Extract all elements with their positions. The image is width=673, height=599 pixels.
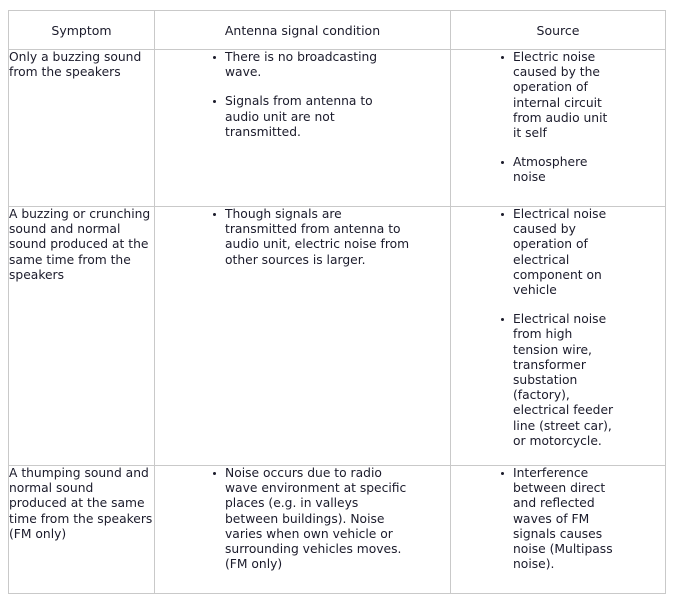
list-item: Interference between direct and reflecte… bbox=[499, 466, 647, 572]
cell-symptom: Only a buzzing sound from the speakers bbox=[8, 49, 155, 207]
cell-source: Electric noise caused by the operation o… bbox=[450, 49, 666, 207]
source-bullet-list: Interference between direct and reflecte… bbox=[499, 466, 647, 572]
source-bullet-list: Electric noise caused by the operation o… bbox=[499, 50, 647, 186]
radio-noise-troubleshooting-table: Symptom Antenna signal condition Source … bbox=[8, 10, 666, 594]
list-item: There is no broadcasting wave. bbox=[211, 50, 450, 80]
symptom-text: A thumping sound and normal sound produc… bbox=[9, 466, 153, 541]
bullet-dot-icon bbox=[501, 55, 504, 59]
source-bullet-list: Electrical noise caused by operation of … bbox=[499, 207, 647, 449]
cell-antenna-signal-condition: Noise occurs due to radio wave environme… bbox=[154, 465, 451, 594]
list-item: Though signals are transmitted from ante… bbox=[211, 207, 450, 268]
page-root: Symptom Antenna signal condition Source … bbox=[0, 0, 673, 599]
table-row: A buzzing or crunching sound and normal … bbox=[8, 206, 666, 466]
cell-symptom: A buzzing or crunching sound and normal … bbox=[8, 206, 155, 466]
bullet-dot-icon bbox=[213, 55, 216, 59]
bullet-dot-icon bbox=[213, 471, 216, 475]
table-header-row: Symptom Antenna signal condition Source bbox=[8, 10, 666, 50]
cell-source: Electrical noise caused by operation of … bbox=[450, 206, 666, 466]
cell-antenna-signal-condition: There is no broadcasting wave. Signals f… bbox=[154, 49, 451, 207]
bullet-dot-icon bbox=[213, 99, 216, 103]
list-item-text: Though signals are transmitted from ante… bbox=[225, 207, 410, 267]
list-item: Electric noise caused by the operation o… bbox=[499, 50, 647, 141]
bullet-dot-icon bbox=[501, 471, 504, 475]
list-item-text: Signals from antenna to audio unit are n… bbox=[225, 94, 373, 139]
cell-symptom: A thumping sound and normal sound produc… bbox=[8, 465, 155, 594]
list-item-text: Electrical noise from high tension wire,… bbox=[513, 312, 614, 448]
table-header: Symptom Antenna signal condition Source bbox=[8, 10, 666, 50]
list-item-text: There is no broadcasting wave. bbox=[225, 50, 378, 80]
condition-bullet-list: There is no broadcasting wave. Signals f… bbox=[211, 50, 450, 140]
list-item: Electrical noise caused by operation of … bbox=[499, 207, 647, 298]
list-item-text: Noise occurs due to radio wave environme… bbox=[225, 466, 407, 572]
list-item: Atmosphere noise bbox=[499, 155, 647, 185]
list-item-text: Interference between direct and reflecte… bbox=[513, 466, 613, 572]
bullet-dot-icon bbox=[501, 317, 504, 321]
table-row: A thumping sound and normal sound produc… bbox=[8, 465, 666, 594]
cell-source: Interference between direct and reflecte… bbox=[450, 465, 666, 594]
bullet-dot-icon bbox=[213, 212, 216, 216]
symptom-text: Only a buzzing sound from the speakers bbox=[9, 50, 142, 80]
table-row: Only a buzzing sound from the speakers T… bbox=[8, 49, 666, 207]
list-item: Electrical noise from high tension wire,… bbox=[499, 312, 647, 449]
table-container: Symptom Antenna signal condition Source … bbox=[8, 10, 666, 594]
column-header-antenna-signal-condition: Antenna signal condition bbox=[154, 10, 451, 50]
symptom-text: A buzzing or crunching sound and normal … bbox=[9, 207, 151, 282]
condition-bullet-list: Noise occurs due to radio wave environme… bbox=[211, 466, 450, 572]
bullet-dot-icon bbox=[501, 212, 504, 216]
column-header-source: Source bbox=[450, 10, 666, 50]
list-item: Signals from antenna to audio unit are n… bbox=[211, 94, 450, 140]
list-item: Noise occurs due to radio wave environme… bbox=[211, 466, 450, 572]
list-item-text: Electrical noise caused by operation of … bbox=[513, 207, 607, 298]
bullet-dot-icon bbox=[501, 160, 504, 164]
column-header-symptom: Symptom bbox=[8, 10, 155, 50]
condition-bullet-list: Though signals are transmitted from ante… bbox=[211, 207, 450, 268]
cell-antenna-signal-condition: Though signals are transmitted from ante… bbox=[154, 206, 451, 466]
table-body: Only a buzzing sound from the speakers T… bbox=[8, 49, 666, 594]
list-item-text: Electric noise caused by the operation o… bbox=[513, 50, 608, 141]
list-item-text: Atmosphere noise bbox=[513, 155, 588, 185]
